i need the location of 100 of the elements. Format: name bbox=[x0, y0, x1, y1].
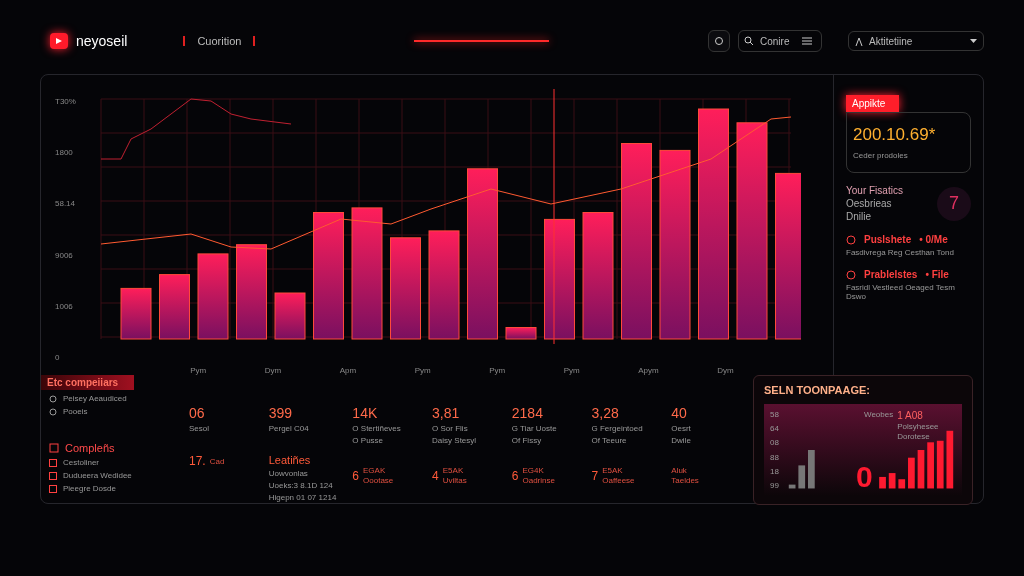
stat-label: Sesol bbox=[189, 424, 210, 433]
axis-label: 58 bbox=[770, 410, 779, 419]
axis-label: 9006 bbox=[55, 250, 74, 260]
item-description: Fasdivrega Reg Cesthan Tond bbox=[846, 248, 955, 257]
sidebar-badge: Appikte bbox=[846, 95, 900, 112]
bar bbox=[917, 450, 925, 489]
stat-label: Of Teeure bbox=[591, 436, 628, 445]
count-circle: 7 bbox=[937, 186, 971, 221]
stat-label: Dwile bbox=[671, 436, 692, 445]
stat-label: G Tiar Uoste bbox=[511, 424, 558, 433]
stat-value: 2184 bbox=[511, 405, 544, 421]
menu-icon bbox=[802, 37, 812, 45]
stat-label: Uoeks:3 8.1D 124 bbox=[268, 481, 334, 490]
list-item[interactable]: Cestoliner bbox=[63, 458, 99, 467]
value-text: 200.10.69* bbox=[853, 125, 937, 145]
stat-label: Aluk bbox=[671, 466, 688, 475]
stat-value: 40 bbox=[671, 405, 688, 421]
stat-label: Oadrinse bbox=[522, 476, 555, 485]
logo-icon bbox=[50, 33, 68, 49]
stat-heading: Leatiñes bbox=[268, 454, 312, 466]
axis-label: 1006 bbox=[55, 301, 74, 311]
stat-value: 14K bbox=[352, 405, 379, 421]
bar bbox=[120, 287, 152, 340]
figure-text: 1 A08 bbox=[897, 410, 924, 421]
stat-label: G Fergeintoed bbox=[591, 424, 644, 433]
square-icon bbox=[49, 471, 57, 480]
profile-text: Dnilie bbox=[846, 211, 872, 222]
stat-label: Oesrt bbox=[671, 424, 692, 433]
bar bbox=[159, 274, 190, 340]
stat-value: 6 bbox=[352, 468, 360, 483]
bar bbox=[807, 450, 815, 489]
bar bbox=[936, 440, 944, 489]
nav-label[interactable]: Cuorition bbox=[183, 36, 256, 46]
search-input[interactable]: Conire bbox=[760, 35, 796, 47]
list-item[interactable]: Peisey Aeaudiced bbox=[63, 394, 127, 403]
axis-label: Dym bbox=[264, 366, 282, 375]
stat-value: 3,81 bbox=[432, 405, 461, 421]
stat-label: O Sor Flis bbox=[432, 424, 469, 433]
bar bbox=[798, 465, 805, 489]
stat-value: 4 bbox=[432, 468, 439, 483]
square-icon bbox=[49, 443, 59, 453]
refresh-button[interactable] bbox=[708, 30, 730, 52]
card-title: SELN TOONPAAGE: bbox=[764, 384, 871, 396]
stat-value: 06 bbox=[189, 405, 206, 421]
list-item[interactable]: Pieegre Dosde bbox=[63, 484, 116, 493]
dropdown[interactable]: Aktitetiine bbox=[848, 31, 984, 51]
stat-label: E5AK bbox=[602, 466, 624, 475]
square-icon bbox=[49, 458, 57, 467]
stat-label: E5AK bbox=[442, 466, 465, 475]
square-icon bbox=[49, 484, 57, 493]
value-caption: Ceder prodoles bbox=[853, 151, 909, 160]
caret-icon bbox=[970, 39, 977, 43]
stat-value: 6 bbox=[511, 468, 519, 483]
stat-label: Uviltas bbox=[442, 476, 467, 485]
stat-label: EG4K bbox=[522, 466, 545, 475]
stat-label: Daisy Stesyl bbox=[432, 436, 478, 445]
stat-label: O Pusse bbox=[352, 436, 385, 445]
search-icon bbox=[744, 36, 754, 46]
axis-label: Pym bbox=[563, 366, 580, 375]
axis-label: 88 bbox=[770, 452, 779, 462]
item-tag: • 0/Me bbox=[919, 234, 948, 245]
stat-label: EGAK bbox=[363, 466, 387, 475]
bar bbox=[927, 442, 934, 489]
stat-label: Pergel C04 bbox=[268, 424, 310, 433]
list-item[interactable]: Dudueera Wedidee bbox=[63, 471, 132, 480]
item-title[interactable]: Prablelstes bbox=[864, 269, 918, 280]
stat-value: 17. bbox=[189, 454, 206, 468]
item-tag: • File bbox=[925, 269, 949, 280]
bar bbox=[505, 327, 537, 340]
axis-label: Apm bbox=[339, 366, 357, 375]
brand-name: neyoseil bbox=[76, 33, 128, 49]
axis-label: Pym bbox=[489, 366, 506, 375]
stat-label: Taeldes bbox=[671, 476, 699, 485]
stat-value: 7 bbox=[591, 468, 599, 483]
bar bbox=[946, 430, 954, 489]
axis-label: 08 bbox=[770, 438, 779, 448]
axis-label: 18 bbox=[770, 466, 779, 476]
circle-icon bbox=[714, 36, 724, 46]
stat-label: O Stertiñeves bbox=[352, 424, 402, 433]
axis-label: T30% bbox=[55, 97, 77, 106]
item-title[interactable]: Puslshete bbox=[864, 234, 912, 245]
item-description: Fasridl Vestleed Oeaged Tesm Dswo bbox=[846, 283, 956, 301]
stat-label: Higepn 01 07 1214 bbox=[268, 493, 337, 502]
search-field[interactable]: Conire bbox=[738, 30, 822, 52]
stat-label: Cad bbox=[209, 456, 225, 466]
bar bbox=[788, 484, 796, 489]
list-item[interactable]: Pooeis bbox=[63, 407, 88, 416]
axis-label: 64 bbox=[770, 424, 779, 434]
axis-label: Apym bbox=[638, 366, 659, 375]
axis-label: 0 bbox=[55, 352, 61, 362]
note-text: Polsyhesee bbox=[897, 422, 939, 431]
bar bbox=[888, 473, 896, 489]
note-label: Weobes bbox=[864, 410, 894, 421]
stat-value: 3,28 bbox=[591, 405, 620, 421]
note-text: Dorotese bbox=[897, 432, 931, 441]
big-value: 0 bbox=[856, 460, 873, 494]
profile-text: Your Fisatics bbox=[846, 185, 903, 196]
stat-value: 399 bbox=[268, 405, 294, 421]
axis-label: 58.14 bbox=[55, 199, 77, 209]
bar bbox=[274, 292, 306, 340]
